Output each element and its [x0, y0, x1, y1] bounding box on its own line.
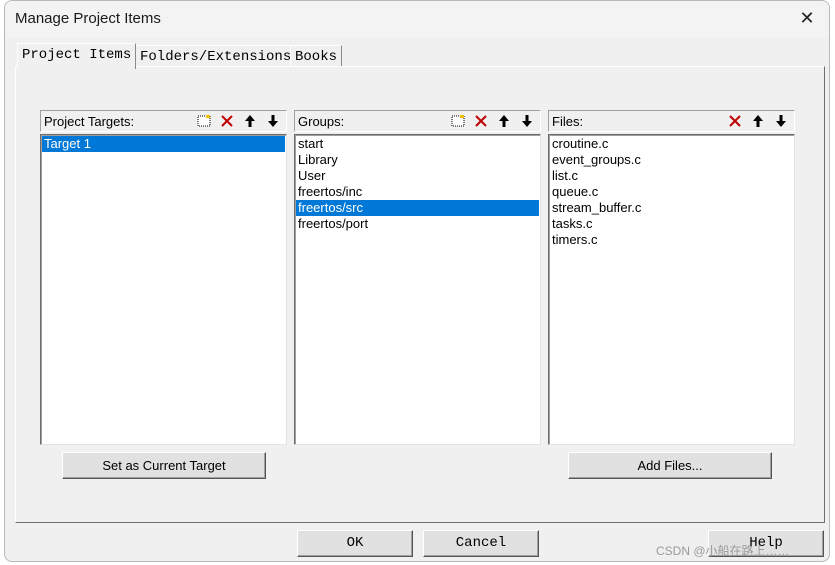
- move-up-icon[interactable]: [747, 112, 769, 130]
- targets-header-label: Project Targets:: [44, 114, 135, 129]
- tab-project-items[interactable]: Project Items: [17, 43, 137, 69]
- tab-folders-extensions[interactable]: Folders/Extensions: [135, 45, 297, 67]
- move-up-icon[interactable]: [493, 112, 515, 130]
- list-item[interactable]: stream_buffer.c: [550, 200, 793, 216]
- targets-header: Project Targets:: [40, 110, 287, 132]
- move-up-icon[interactable]: [239, 112, 261, 130]
- list-item[interactable]: list.c: [550, 168, 793, 184]
- list-item[interactable]: freertos/inc: [296, 184, 539, 200]
- files-header-label: Files:: [552, 114, 584, 129]
- list-item[interactable]: event_groups.c: [550, 152, 793, 168]
- manage-project-items-dialog: Manage Project Items ✕ Project Items Fol…: [4, 0, 830, 562]
- delete-icon[interactable]: [724, 112, 746, 130]
- list-item[interactable]: timers.c: [550, 232, 793, 248]
- targets-toolbar: [193, 112, 284, 130]
- new-icon[interactable]: [447, 112, 469, 130]
- files-list[interactable]: croutine.c event_groups.c list.c queue.c…: [548, 134, 795, 445]
- list-item[interactable]: tasks.c: [550, 216, 793, 232]
- list-item[interactable]: start: [296, 136, 539, 152]
- set-current-target-button[interactable]: Set as Current Target: [62, 452, 266, 479]
- list-item[interactable]: freertos/src: [296, 200, 539, 216]
- list-item[interactable]: queue.c: [550, 184, 793, 200]
- files-toolbar: [724, 112, 792, 130]
- close-icon[interactable]: ✕: [797, 8, 817, 28]
- list-item[interactable]: Library: [296, 152, 539, 168]
- list-item[interactable]: Target 1: [42, 136, 285, 152]
- ok-button[interactable]: OK: [297, 530, 413, 557]
- tab-books[interactable]: Books: [290, 45, 343, 67]
- groups-list[interactable]: start Library User freertos/inc freertos…: [294, 134, 541, 445]
- add-files-button[interactable]: Add Files...: [568, 452, 772, 479]
- groups-toolbar: [447, 112, 538, 130]
- list-item[interactable]: freertos/port: [296, 216, 539, 232]
- groups-header-label: Groups:: [298, 114, 345, 129]
- list-item[interactable]: croutine.c: [550, 136, 793, 152]
- move-down-icon[interactable]: [262, 112, 284, 130]
- targets-list[interactable]: Target 1: [40, 134, 287, 445]
- watermark-text: CSDN @小船在路上……: [656, 544, 790, 558]
- cancel-button[interactable]: Cancel: [423, 530, 539, 557]
- groups-header: Groups:: [294, 110, 541, 132]
- files-header: Files:: [548, 110, 795, 132]
- move-down-icon[interactable]: [516, 112, 538, 130]
- list-item[interactable]: User: [296, 168, 539, 184]
- move-down-icon[interactable]: [770, 112, 792, 130]
- delete-icon[interactable]: [216, 112, 238, 130]
- delete-icon[interactable]: [470, 112, 492, 130]
- title-bar: Manage Project Items ✕: [5, 1, 829, 38]
- new-icon[interactable]: [193, 112, 215, 130]
- window-title: Manage Project Items: [15, 10, 161, 27]
